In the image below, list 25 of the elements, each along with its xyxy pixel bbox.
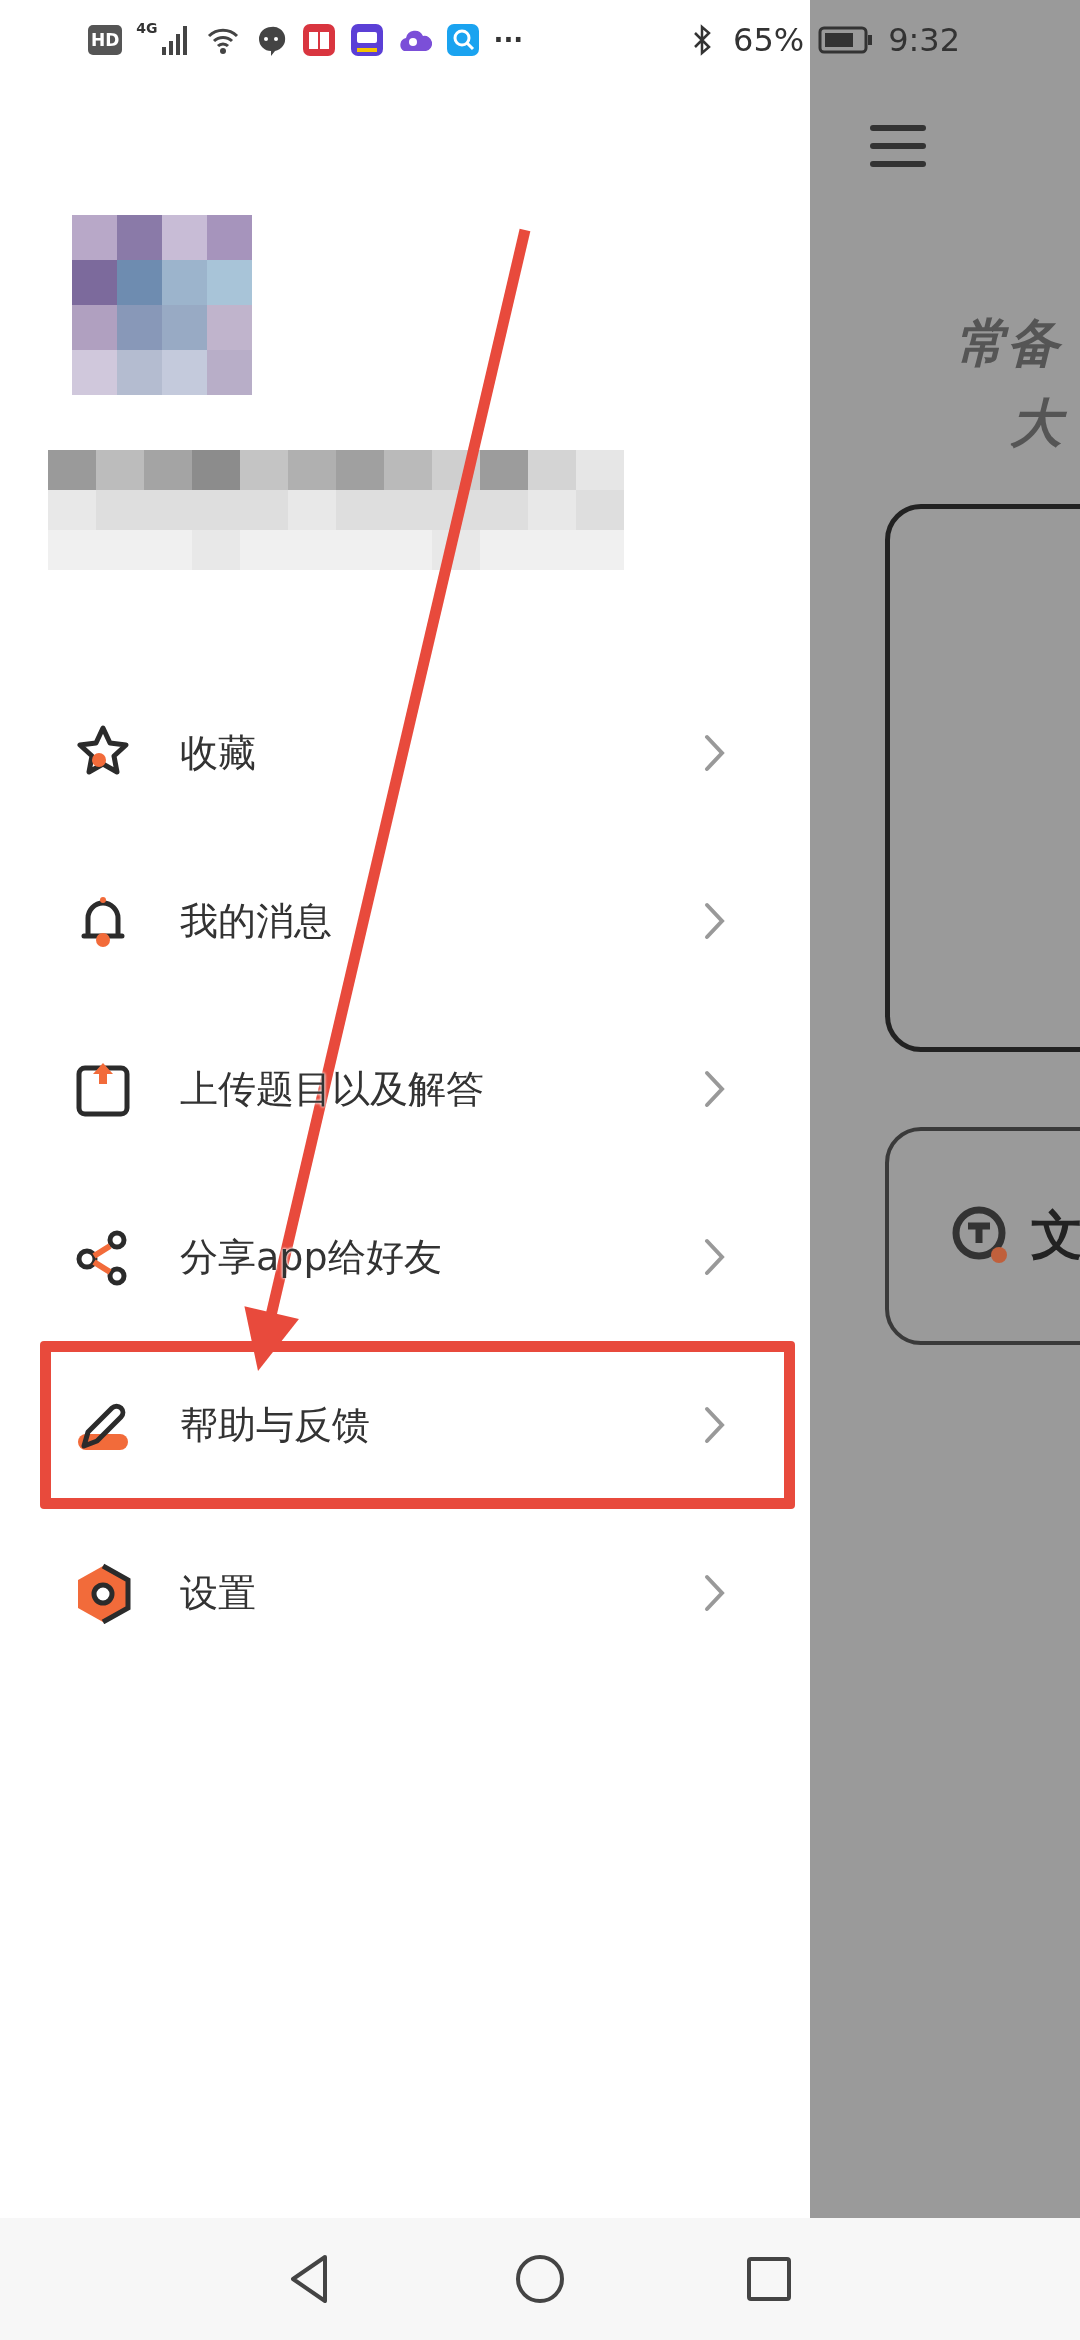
menu-item[interactable]: 帮助与反馈 bbox=[40, 1341, 795, 1509]
book-app-icon bbox=[301, 23, 336, 57]
menu-label: 我的消息 bbox=[180, 897, 333, 945]
chevron-right-icon bbox=[703, 901, 727, 941]
chevron-right-icon bbox=[703, 1069, 727, 1109]
more-indicator: ··· bbox=[493, 25, 524, 55]
card-app-icon bbox=[349, 23, 384, 57]
heading-text: 常备 bbox=[955, 307, 1080, 379]
clock: 9:32 bbox=[888, 21, 960, 59]
chevron-right-icon bbox=[703, 1237, 727, 1277]
search-app-icon bbox=[445, 23, 480, 57]
hd-badge: HD bbox=[88, 25, 123, 55]
menu-label: 收藏 bbox=[180, 729, 257, 777]
menu-label: 帮助与反馈 bbox=[180, 1401, 371, 1449]
menu-icon[interactable] bbox=[870, 125, 926, 167]
battery-percent: 65% bbox=[733, 21, 805, 59]
heading-text: 大 bbox=[1010, 387, 1080, 459]
menu-item[interactable]: 设置 bbox=[40, 1509, 795, 1677]
menu-label: 设置 bbox=[180, 1569, 257, 1617]
menu-item[interactable]: 我的消息 bbox=[40, 837, 795, 1005]
network-type: 4G bbox=[136, 20, 158, 36]
chevron-right-icon bbox=[703, 733, 727, 773]
menu-item[interactable]: 收藏 bbox=[40, 669, 795, 837]
chevron-right-icon bbox=[703, 1573, 727, 1613]
chevron-right-icon bbox=[703, 1405, 727, 1445]
